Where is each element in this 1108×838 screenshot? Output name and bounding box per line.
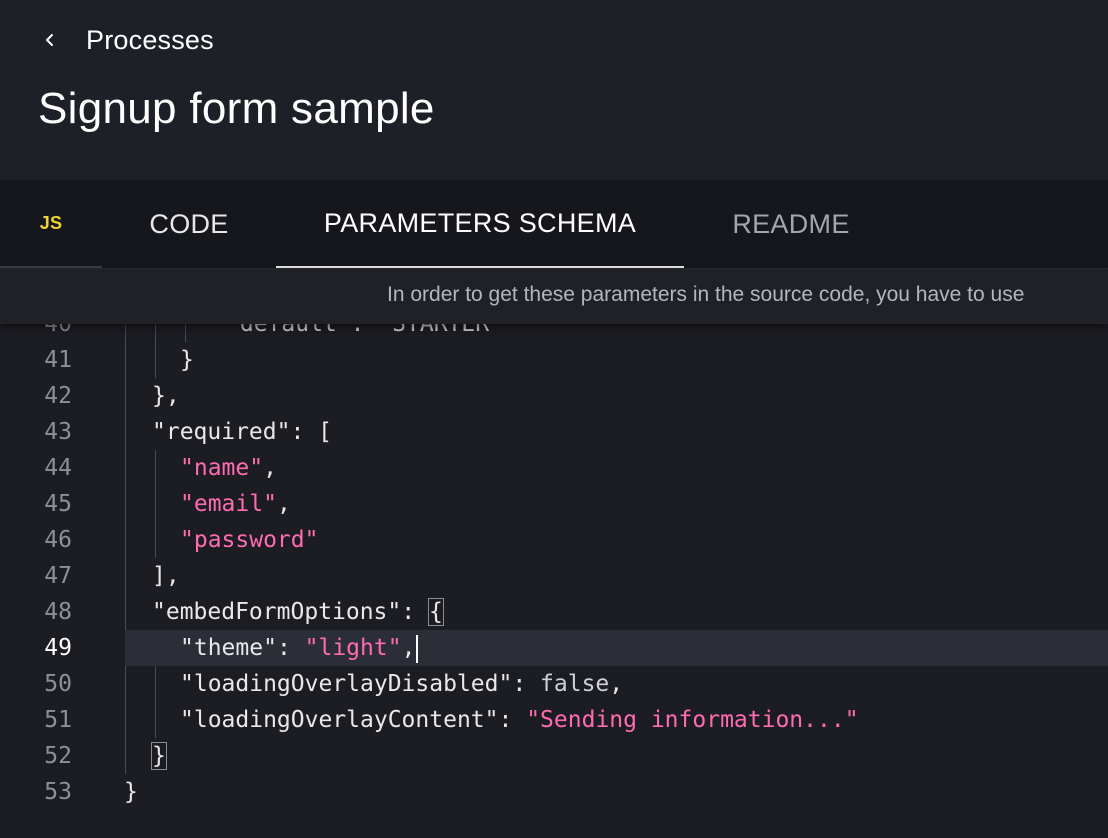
json-punct: ,: [609, 671, 624, 697]
text-cursor: [416, 634, 419, 663]
json-punct: :: [276, 635, 305, 661]
code-text: },: [152, 383, 180, 409]
page-title: Signup form sample: [38, 84, 435, 133]
chevron-left-icon: [46, 34, 53, 46]
line-number: 51: [44, 707, 72, 733]
json-punct: ,: [263, 455, 277, 481]
code-line: 47 ],: [0, 558, 1108, 594]
json-punct: :: [401, 599, 429, 625]
json-string: "Sending information...": [526, 707, 859, 733]
json-key: "theme": [180, 635, 277, 661]
line-number: 49: [44, 635, 72, 661]
json-key: "loadingOverlayContent": [180, 707, 499, 733]
code-text: }: [151, 738, 167, 774]
tab-parameters-schema[interactable]: PARAMETERS SCHEMA: [276, 180, 684, 268]
code-line: 41 }: [0, 342, 1108, 378]
line-number: 47: [44, 563, 72, 589]
code-text: "email",: [180, 486, 291, 522]
code-editor[interactable]: 40 "default": "STARTER" 41 } 42 }, 43 "r…: [0, 324, 1108, 838]
json-key: "required": [152, 419, 291, 445]
code-text: }: [180, 347, 194, 373]
line-number: 44: [44, 455, 72, 481]
code-line: 51 "loadingOverlayContent": "Sending inf…: [0, 702, 1108, 738]
code-text: "password": [180, 522, 318, 558]
code-line: 42 },: [0, 378, 1108, 414]
json-punct: : [: [290, 419, 333, 445]
tab-js[interactable]: JS: [0, 180, 102, 268]
back-link[interactable]: Processes: [40, 22, 214, 58]
line-number: 48: [44, 599, 72, 625]
json-punct: :: [498, 707, 527, 733]
matched-bracket: }: [151, 742, 167, 770]
json-string: "name": [180, 455, 264, 481]
matched-bracket: {: [427, 598, 444, 626]
tab-bar: JS CODE PARAMETERS SCHEMA README: [0, 180, 1108, 269]
code-line: 52 }: [0, 738, 1108, 774]
json-punct: :: [512, 671, 541, 697]
page-header: Processes Signup form sample: [0, 0, 1108, 180]
code-line: 48 "embedFormOptions": {: [0, 594, 1108, 630]
line-number: 40: [44, 324, 72, 337]
tab-code[interactable]: CODE: [102, 180, 276, 268]
line-number: 45: [44, 491, 72, 517]
code-text: "required": [: [152, 414, 332, 450]
json-string: "password": [180, 527, 319, 553]
line-number: 46: [44, 527, 72, 553]
code-text: }: [124, 779, 138, 805]
info-banner: In order to get these parameters in the …: [0, 269, 1108, 324]
code-line: 40 "default": "STARTER": [0, 324, 1108, 342]
back-label: Processes: [86, 24, 214, 55]
code-line: 53 }: [0, 774, 1108, 810]
code-line: 43 "required": [: [0, 414, 1108, 450]
code-text: "default": "STARTER": [226, 324, 503, 337]
code-line: 50 "loadingOverlayDisabled": false,: [0, 666, 1108, 702]
line-number: 50: [44, 671, 72, 697]
code-text: "loadingOverlayContent": "Sending inform…: [180, 702, 859, 738]
code-line: 45 "email",: [0, 486, 1108, 522]
line-number: 41: [44, 347, 72, 373]
code-text: "name",: [180, 450, 277, 486]
json-punct: ,: [401, 635, 416, 661]
json-boolean: false: [540, 671, 610, 697]
line-number: 52: [44, 743, 72, 769]
json-string: "light": [304, 635, 402, 661]
code-line: 46 "password": [0, 522, 1108, 558]
code-line: 44 "name",: [0, 450, 1108, 486]
code-line: 49 "theme": "light",: [0, 630, 1108, 666]
info-text: In order to get these parameters in the …: [387, 283, 1025, 306]
line-number: 43: [44, 419, 72, 445]
json-punct: ,: [276, 491, 291, 517]
json-key: "loadingOverlayDisabled": [180, 671, 513, 697]
tab-readme[interactable]: README: [684, 180, 898, 268]
line-number: 53: [44, 779, 72, 805]
code-text: "loadingOverlayDisabled": false,: [180, 666, 623, 702]
code-text: "theme": "light",: [180, 630, 419, 666]
json-string: "email": [180, 491, 277, 517]
code-text: "embedFormOptions": {: [152, 594, 444, 630]
line-number: 42: [44, 383, 72, 409]
code-text: ],: [152, 563, 180, 589]
json-key: "embedFormOptions": [152, 599, 402, 625]
